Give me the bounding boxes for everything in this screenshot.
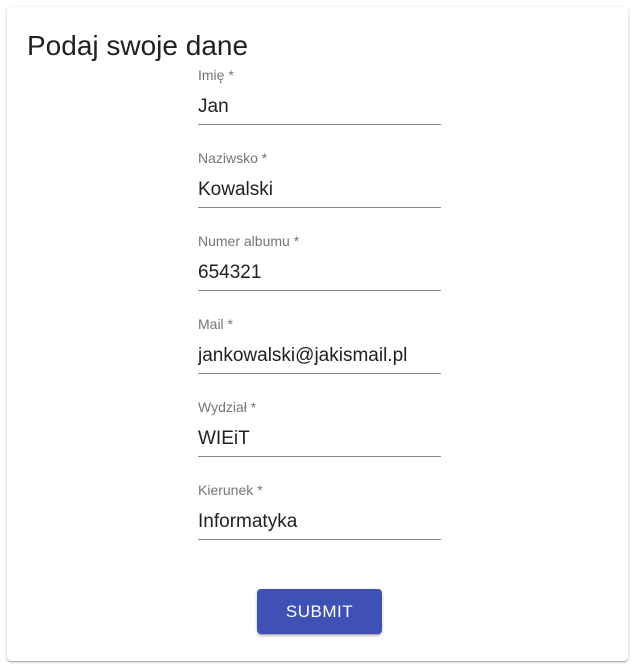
field-of-study-field: Kierunek * Informatyka bbox=[198, 482, 441, 565]
faculty-label: Wydział * bbox=[198, 399, 257, 415]
faculty-input[interactable]: WIEiT bbox=[198, 421, 441, 457]
mail-label: Mail * bbox=[198, 316, 234, 332]
field-of-study-label: Kierunek * bbox=[198, 482, 263, 498]
first-name-field: Imię * Jan bbox=[198, 67, 441, 150]
field-of-study-input[interactable]: Informatyka bbox=[198, 504, 441, 540]
album-number-input[interactable]: 654321 bbox=[198, 255, 441, 291]
album-number-label: Numer albumu * bbox=[198, 233, 300, 249]
first-name-input[interactable]: Jan bbox=[198, 89, 441, 125]
mail-field: Mail * jankowalski@jakismail.pl bbox=[198, 316, 441, 399]
first-name-label: Imię * bbox=[198, 67, 234, 83]
album-number-field: Numer albumu * 654321 bbox=[198, 233, 441, 316]
last-name-field: Naziwsko * Kowalski bbox=[198, 150, 441, 233]
submit-button[interactable]: SUBMIT bbox=[257, 589, 382, 634]
form-card: Podaj swoje dane Imię * Jan Naziwsko * K… bbox=[7, 7, 628, 661]
personal-data-form: Imię * Jan Naziwsko * Kowalski Numer alb… bbox=[198, 67, 441, 565]
last-name-label: Naziwsko * bbox=[198, 150, 268, 166]
last-name-input[interactable]: Kowalski bbox=[198, 172, 441, 208]
mail-input[interactable]: jankowalski@jakismail.pl bbox=[198, 338, 441, 374]
page-title: Podaj swoje dane bbox=[27, 30, 249, 61]
faculty-field: Wydział * WIEiT bbox=[198, 399, 441, 482]
